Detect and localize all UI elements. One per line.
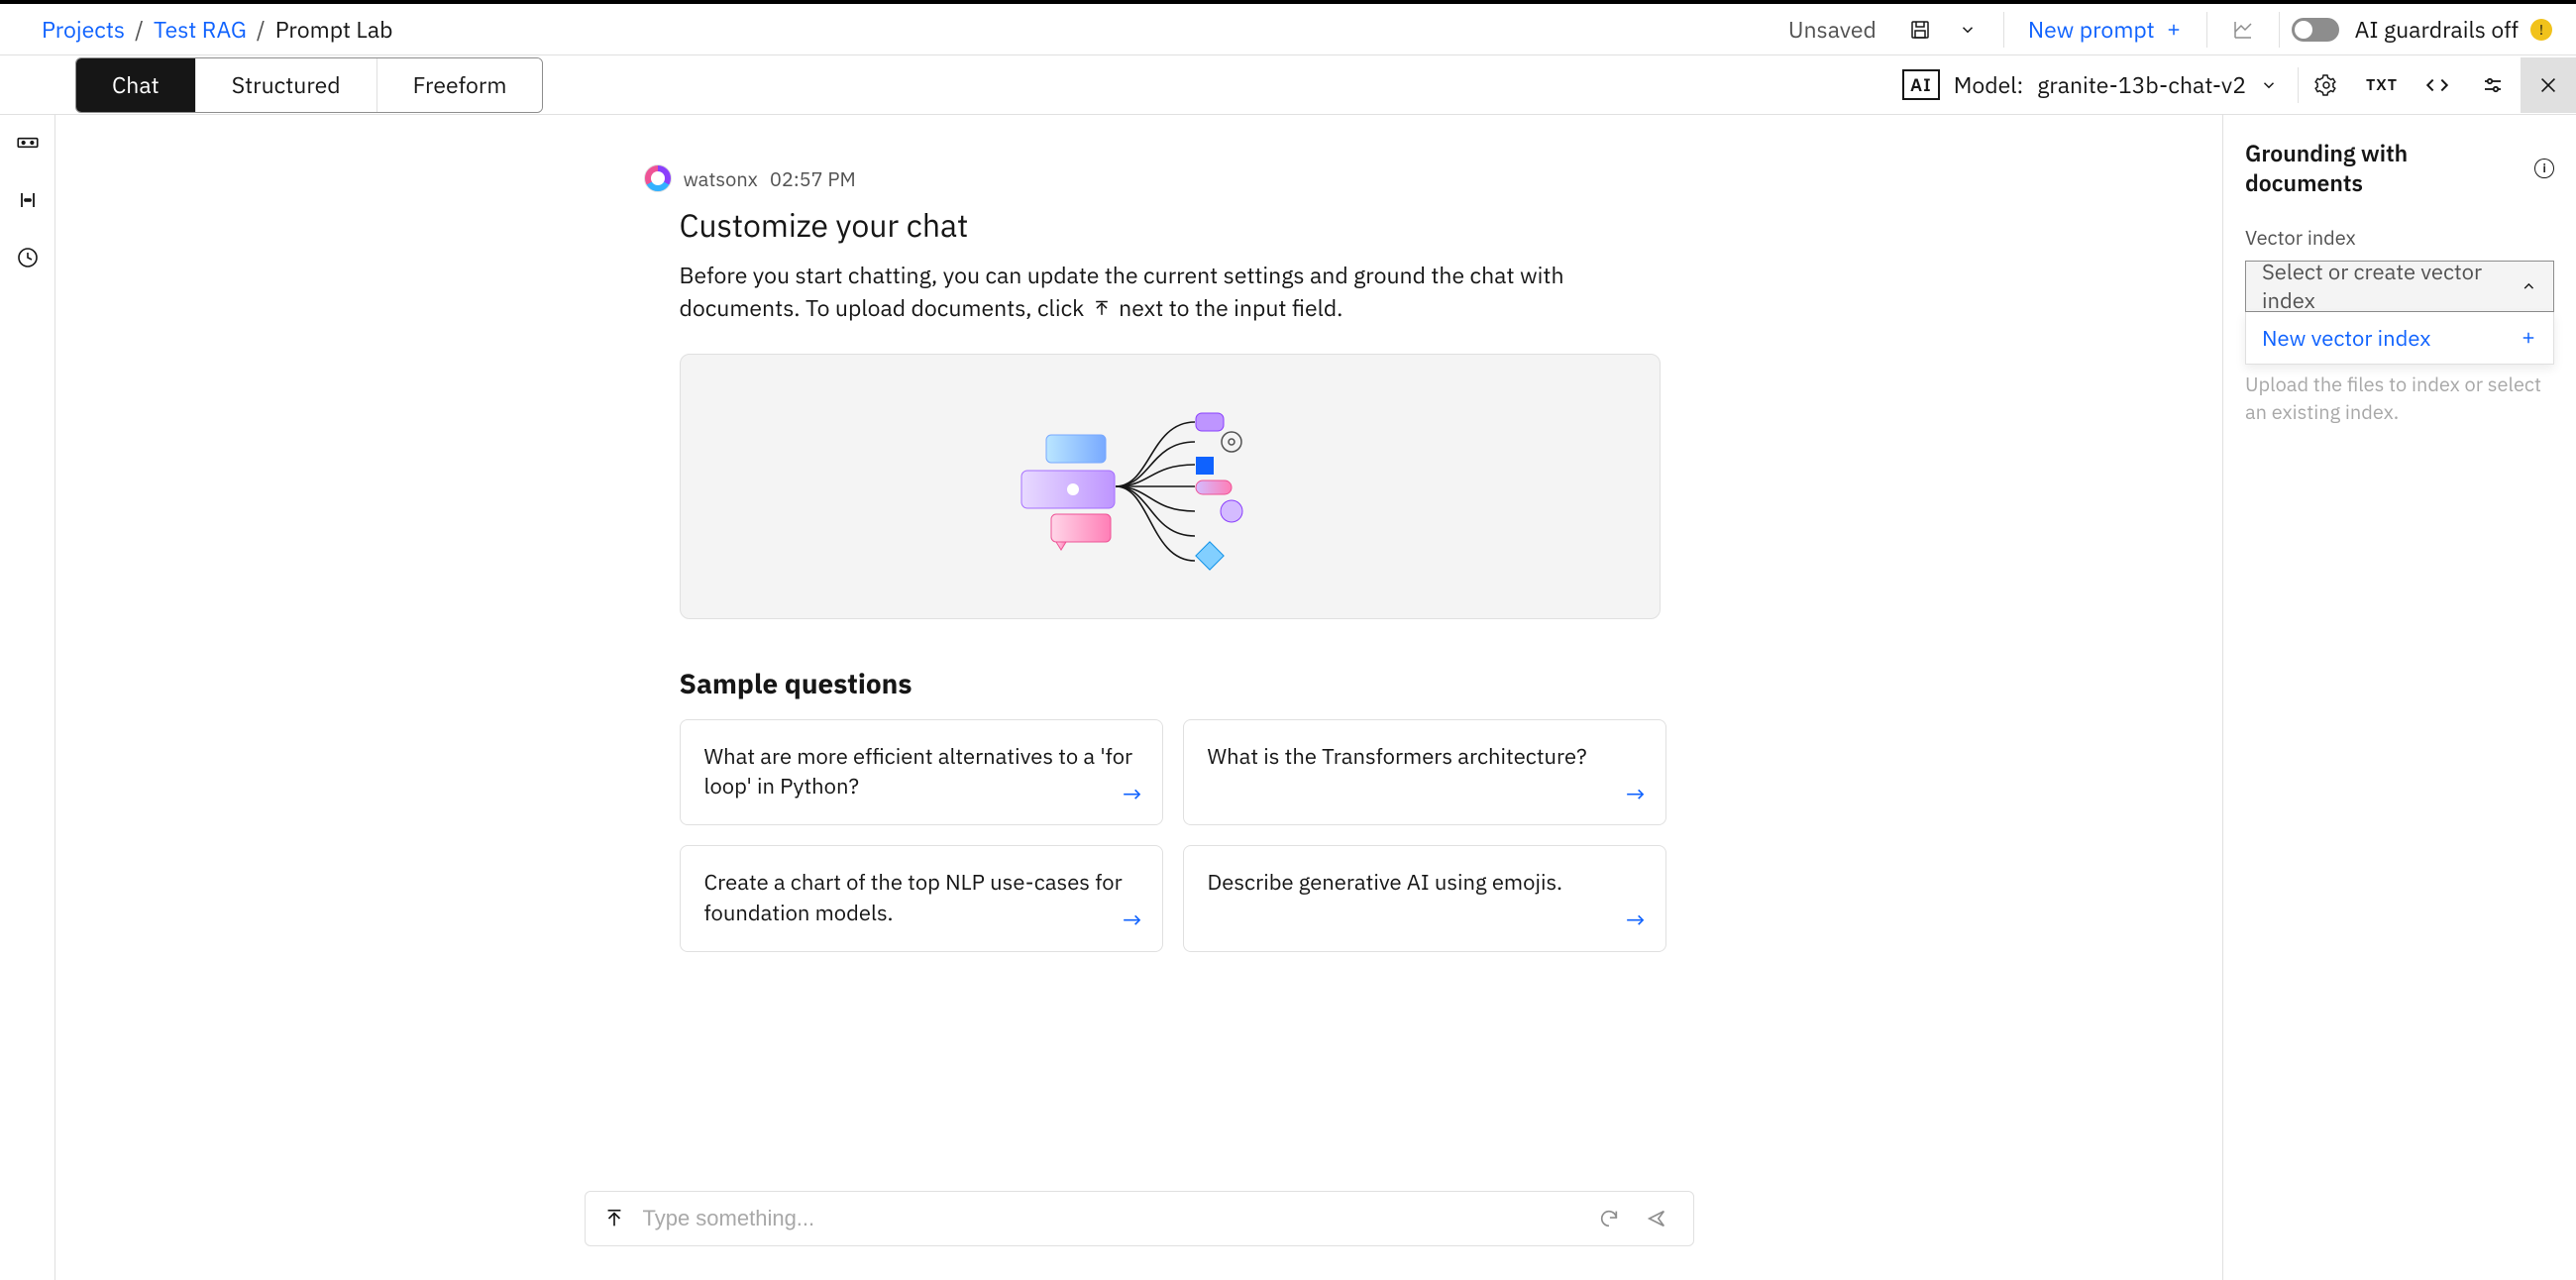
mode-toolbar: Chat Structured Freeform AI Model: grani…	[0, 55, 2576, 115]
vector-index-help: Upload the files to index or select an e…	[2245, 371, 2554, 426]
prompt-variables-icon[interactable]	[12, 184, 44, 216]
sample-question-text: What is the Transformers architecture?	[1208, 742, 1587, 771]
customize-title: Customize your chat	[680, 204, 1635, 246]
mode-switch: Chat Structured Freeform	[75, 57, 543, 113]
sample-question-text: What are more efficient alternatives to …	[704, 742, 1133, 801]
vector-index-dropdown: New vector index	[2245, 312, 2554, 365]
upload-inline-icon	[1090, 297, 1114, 321]
chart-icon[interactable]	[2219, 6, 2267, 53]
vector-index-placeholder: Select or create vector index	[2262, 258, 2521, 315]
save-icon[interactable]	[1896, 6, 1944, 53]
model-parameters-icon[interactable]	[2299, 57, 2354, 113]
save-menu-chevron-icon[interactable]	[1944, 6, 1991, 53]
new-vector-index-label: New vector index	[2262, 324, 2430, 353]
new-prompt-label: New prompt	[2028, 15, 2155, 45]
arrow-right-icon: →	[1626, 778, 1646, 811]
upload-icon[interactable]	[603, 1208, 625, 1229]
ai-badge-icon: AI	[1902, 69, 1940, 100]
mode-chat[interactable]: Chat	[76, 58, 195, 112]
settings-sliders-icon[interactable]	[2465, 57, 2521, 113]
sample-question-text: Describe generative AI using emojis.	[1208, 868, 1563, 897]
chat-illustration	[1002, 387, 1339, 586]
mode-freeform[interactable]: Freeform	[376, 58, 543, 112]
guardrails-toggle-group: AI guardrails off !	[2292, 15, 2552, 45]
model-name: granite-13b-chat-v2	[2037, 70, 2246, 100]
sample-question-text: Create a chart of the top NLP use-cases …	[704, 868, 1123, 927]
chat-main: watsonx 02:57 PM Customize your chat Bef…	[55, 115, 2223, 1280]
history-icon[interactable]	[12, 242, 44, 273]
new-vector-index-option[interactable]: New vector index	[2246, 312, 2553, 364]
grounding-title: Grounding with documents	[2245, 139, 2524, 198]
sample-questions-title: Sample questions	[680, 665, 1635, 701]
arrow-right-icon: →	[1123, 778, 1142, 811]
sender-name: watsonx	[684, 165, 758, 192]
sample-question-card[interactable]: Create a chart of the top NLP use-cases …	[680, 845, 1163, 952]
sample-question-card[interactable]: What are more efficient alternatives to …	[680, 719, 1163, 826]
model-selector[interactable]: AI Model: granite-13b-chat-v2	[1882, 69, 2298, 100]
breadcrumb-separator: /	[135, 15, 144, 45]
send-icon[interactable]	[1646, 1208, 1675, 1229]
vector-index-select[interactable]: Select or create vector index	[2245, 261, 2554, 312]
breadcrumb: Projects / Test RAG / Prompt Lab Unsaved…	[0, 4, 2576, 55]
plus-icon	[2520, 329, 2537, 347]
illustration-card	[680, 354, 1661, 619]
chevron-down-icon	[2260, 76, 2278, 94]
info-icon[interactable]: i	[2534, 159, 2554, 178]
arrow-right-icon: →	[1123, 904, 1142, 937]
unsaved-label: Unsaved	[1788, 15, 1877, 45]
sample-question-card[interactable]: What is the Transformers architecture? →	[1183, 719, 1666, 826]
chat-input-bar	[585, 1191, 1694, 1246]
new-prompt-button[interactable]: New prompt	[2016, 15, 2195, 45]
reset-icon[interactable]	[1598, 1208, 1628, 1229]
breadcrumb-current: Prompt Lab	[275, 15, 393, 45]
variables-icon[interactable]	[12, 127, 44, 159]
arrow-right-icon: →	[1626, 904, 1646, 937]
grounding-panel: Grounding with documents i Vector index …	[2223, 115, 2576, 1280]
guardrails-label: AI guardrails off	[2355, 15, 2519, 45]
chat-input[interactable]	[643, 1206, 1580, 1231]
breadcrumb-separator: /	[257, 15, 266, 45]
code-icon[interactable]	[2410, 57, 2465, 113]
vector-index-label: Vector index	[2245, 224, 2554, 251]
sample-question-card[interactable]: Describe generative AI using emojis. →	[1183, 845, 1666, 952]
close-panel-icon[interactable]	[2521, 57, 2576, 113]
customize-body: Before you start chatting, you can updat…	[680, 260, 1591, 326]
avatar	[644, 164, 672, 192]
guardrails-toggle[interactable]	[2292, 18, 2339, 42]
mode-structured[interactable]: Structured	[195, 58, 376, 112]
breadcrumb-project[interactable]: Test RAG	[154, 15, 247, 45]
left-rail	[0, 115, 55, 1280]
sample-questions-grid: What are more efficient alternatives to …	[680, 719, 1635, 952]
breadcrumb-projects[interactable]: Projects	[42, 15, 125, 45]
sender-time: 02:57 PM	[770, 165, 856, 192]
model-prefix: Model:	[1954, 70, 2024, 100]
txt-export-icon[interactable]: TXT	[2354, 57, 2410, 113]
warning-icon: !	[2530, 19, 2552, 41]
chevron-up-icon	[2521, 277, 2537, 295]
